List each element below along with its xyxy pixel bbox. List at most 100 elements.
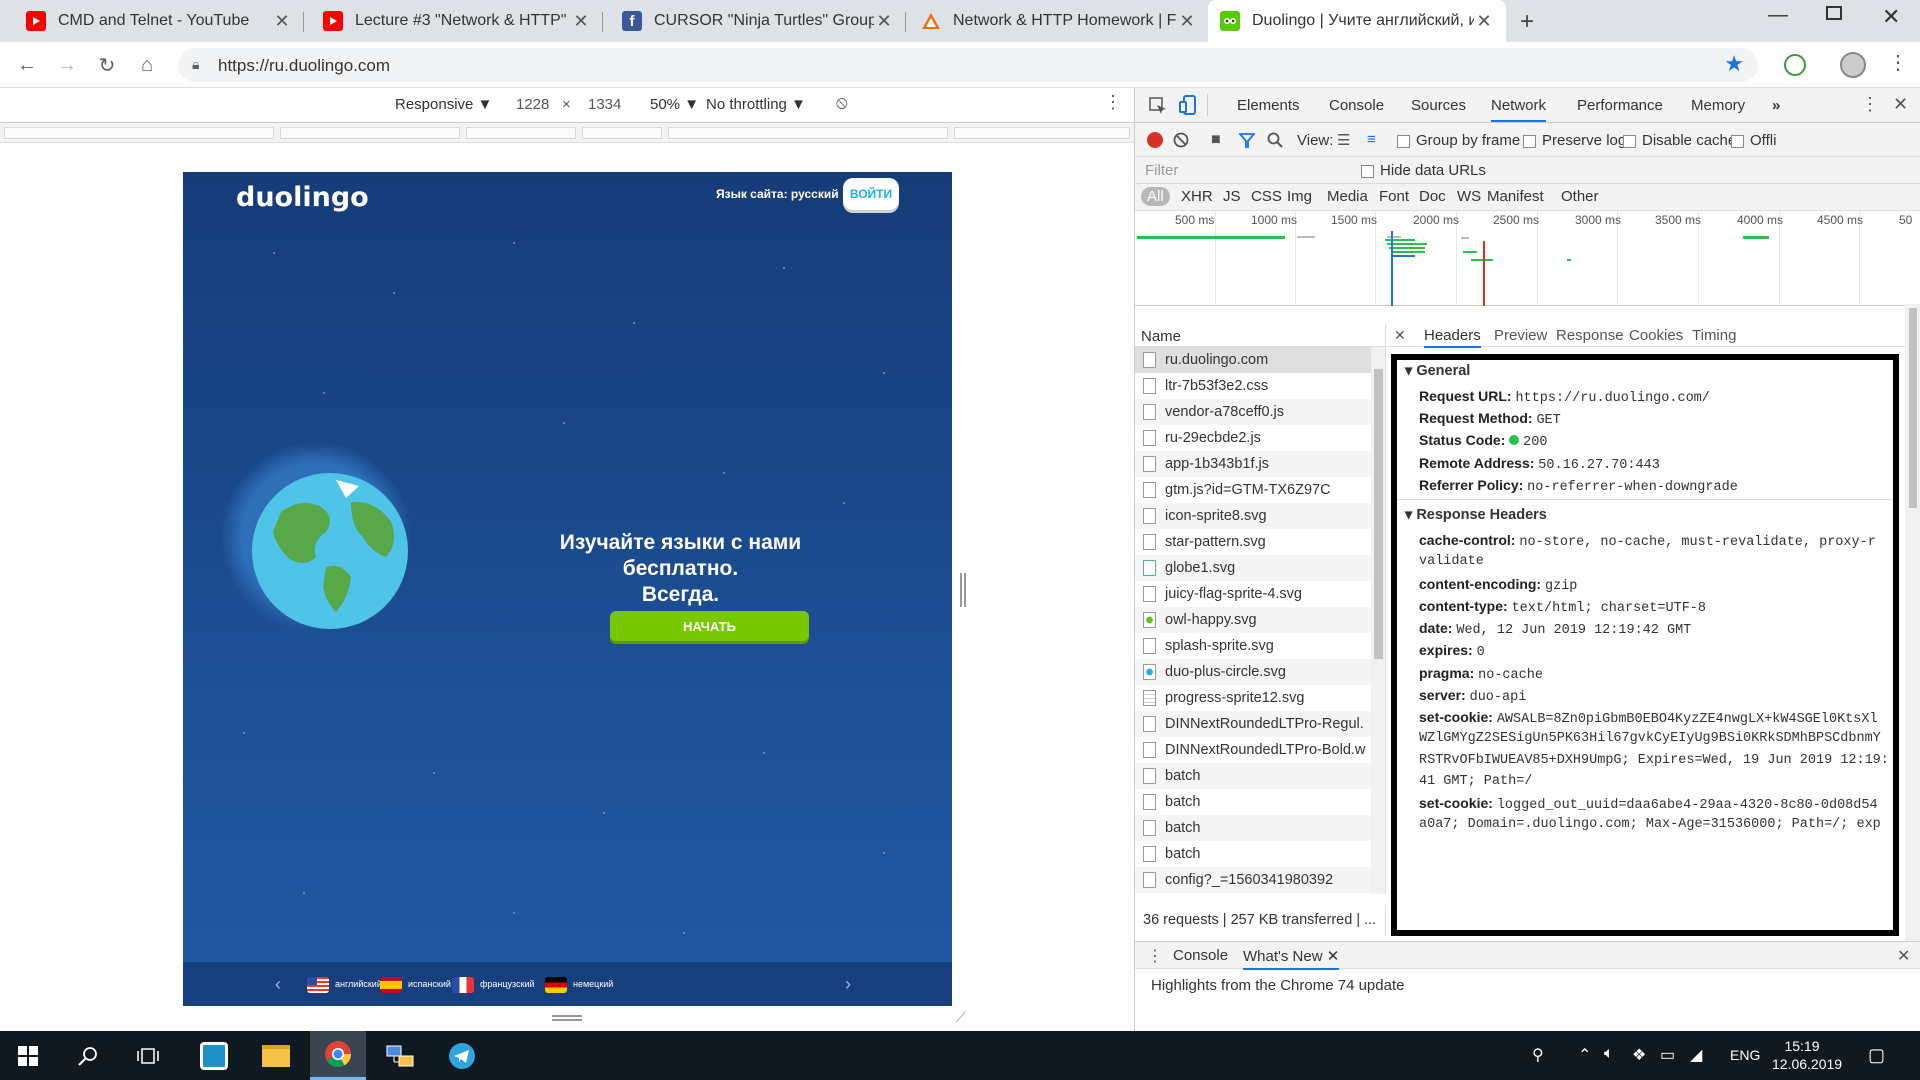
close-icon[interactable]: ✕: [1474, 11, 1494, 32]
drawer-tab-console[interactable]: Console: [1173, 947, 1228, 964]
detail-tab-headers[interactable]: Headers: [1424, 327, 1481, 348]
duolingo-logo[interactable]: duolingo: [236, 182, 369, 213]
request-row[interactable]: splash-sprite.svg: [1135, 633, 1371, 659]
height-input[interactable]: 1334: [588, 96, 621, 113]
type-filter-other[interactable]: Other: [1561, 188, 1599, 205]
request-row[interactable]: gtm.js?id=GTM-TX6Z97C: [1135, 477, 1371, 503]
input-language-indicator[interactable]: ENG: [1730, 1047, 1760, 1063]
chrome-icon[interactable]: [310, 1031, 366, 1080]
notifications-icon[interactable]: ▢: [1868, 1045, 1885, 1066]
login-button[interactable]: ВОЙТИ: [843, 178, 899, 210]
flag-de-icon[interactable]: [545, 977, 567, 993]
type-filter-ws[interactable]: WS: [1457, 188, 1481, 205]
extension-icon[interactable]: [1784, 54, 1806, 76]
request-row[interactable]: batch: [1135, 841, 1371, 867]
task-view-icon[interactable]: [120, 1031, 176, 1080]
close-detail-icon[interactable]: ✕: [1394, 327, 1406, 344]
devtools-tab-elements[interactable]: Elements: [1237, 97, 1300, 114]
app-store-icon[interactable]: [186, 1031, 242, 1080]
devtools-more-tabs[interactable]: »: [1772, 97, 1780, 114]
type-filter-manifest[interactable]: Manifest: [1487, 188, 1544, 205]
windows-start-icon[interactable]: [0, 1031, 56, 1080]
network-app-icon[interactable]: [372, 1031, 428, 1080]
request-list-scrollbar[interactable]: [1371, 347, 1385, 894]
new-tab-button[interactable]: +: [1520, 8, 1534, 36]
disable-cache-checkbox[interactable]: Disable cache: [1623, 132, 1736, 149]
drawer-close-icon[interactable]: ✕: [1897, 946, 1910, 966]
type-filter-img[interactable]: Img: [1287, 188, 1312, 205]
search-icon[interactable]: [1267, 132, 1283, 148]
filter-input[interactable]: Filter: [1145, 162, 1305, 179]
media-query-bar[interactable]: [954, 127, 1130, 139]
wifi-icon[interactable]: ◢: [1690, 1045, 1702, 1065]
battery-icon[interactable]: ▭: [1660, 1045, 1675, 1065]
close-icon[interactable]: ✕: [571, 11, 591, 32]
minimize-button[interactable]: —: [1768, 4, 1788, 27]
close-icon[interactable]: ✕: [874, 11, 894, 32]
request-row[interactable]: DINNextRoundedLTPro-Regul.: [1135, 711, 1371, 737]
request-row-selected[interactable]: ru.duolingo.com: [1135, 347, 1371, 373]
tab-duolingo[interactable]: Duolingo | Учите английский, ис ✕: [1208, 0, 1506, 42]
filter-funnel-icon[interactable]: [1239, 132, 1255, 148]
request-row[interactable]: batch: [1135, 763, 1371, 789]
url-text[interactable]: https://ru.duolingo.com: [218, 56, 390, 76]
start-button[interactable]: НАЧАТЬ: [610, 611, 809, 641]
screenshot-camera-icon[interactable]: ■: [1211, 131, 1221, 149]
close-icon[interactable]: ✕: [1327, 948, 1340, 965]
type-filter-all[interactable]: All: [1141, 187, 1170, 206]
profile-avatar[interactable]: [1840, 52, 1866, 78]
maximize-button[interactable]: [1826, 6, 1842, 20]
address-bar[interactable]: 🔒︎ https://ru.duolingo.com ★: [178, 48, 1758, 82]
language-link[interactable]: испанский: [408, 979, 451, 989]
request-row[interactable]: globe1.svg: [1135, 555, 1371, 581]
network-overview-timeline[interactable]: 500 ms 1000 ms 1500 ms 2000 ms 2500 ms 3…: [1135, 211, 1920, 306]
volume-icon[interactable]: 🔈︎: [1604, 1045, 1614, 1063]
file-explorer-icon[interactable]: [248, 1031, 304, 1080]
window-close-button[interactable]: ✕: [1882, 4, 1900, 30]
media-query-bar[interactable]: [668, 127, 948, 139]
type-filter-xhr[interactable]: XHR: [1181, 188, 1213, 205]
detail-tab-timing[interactable]: Timing: [1692, 327, 1736, 344]
reload-icon[interactable]: ↻: [94, 52, 120, 78]
bookmark-star-icon[interactable]: ★: [1724, 51, 1744, 77]
request-row[interactable]: app-1b343b1f.js: [1135, 451, 1371, 477]
type-filter-doc[interactable]: Doc: [1419, 188, 1446, 205]
record-icon[interactable]: [1147, 132, 1163, 148]
back-arrow-icon[interactable]: ←: [14, 52, 40, 78]
dropbox-icon[interactable]: ❖: [1632, 1045, 1646, 1065]
resize-corner-icon[interactable]: ⟋: [956, 1009, 966, 1026]
detail-tab-cookies[interactable]: Cookies: [1629, 327, 1683, 344]
tab-facebook[interactable]: f CURSOR "Ninja Turtles" Group ✕: [610, 0, 906, 42]
close-icon[interactable]: ✕: [1177, 11, 1197, 32]
media-query-bar[interactable]: [582, 127, 662, 139]
throttling-select[interactable]: No throttling ▼: [706, 96, 806, 113]
flag-us-icon[interactable]: [307, 977, 329, 993]
search-icon[interactable]: [60, 1031, 116, 1080]
media-query-bar[interactable]: [280, 127, 460, 139]
offline-checkbox[interactable]: Offli: [1731, 132, 1776, 149]
type-filter-js[interactable]: JS: [1223, 188, 1241, 205]
clear-icon[interactable]: [1173, 132, 1189, 148]
tab-youtube-cmd[interactable]: CMD and Telnet - YouTube ✕: [14, 0, 304, 42]
hide-data-urls-checkbox[interactable]: Hide data URLs: [1361, 162, 1486, 179]
detail-tab-response[interactable]: Response: [1556, 327, 1624, 344]
general-section-toggle[interactable]: ▾ General: [1405, 363, 1470, 379]
request-row[interactable]: star-pattern.svg: [1135, 529, 1371, 555]
group-by-frame-checkbox[interactable]: Group by frame: [1397, 132, 1520, 149]
width-input[interactable]: 1228: [516, 96, 549, 113]
zoom-select[interactable]: 50% ▼: [650, 96, 699, 113]
request-row[interactable]: batch: [1135, 815, 1371, 841]
drawer-menu-kebab-icon[interactable]: ⋮: [1147, 946, 1163, 966]
devtools-tab-console[interactable]: Console: [1329, 97, 1384, 114]
request-row[interactable]: config?_=1560341980392: [1135, 867, 1371, 893]
carousel-prev-icon[interactable]: ‹: [275, 974, 281, 995]
devtools-tab-sources[interactable]: Sources: [1411, 97, 1466, 114]
home-icon[interactable]: ⌂: [134, 52, 160, 78]
language-link[interactable]: французский: [480, 979, 535, 989]
request-row[interactable]: vendor-a78ceff0.js: [1135, 399, 1371, 425]
drawer-tab-whats-new[interactable]: What's New ✕: [1243, 947, 1340, 970]
devtools-tab-network[interactable]: Network: [1491, 97, 1547, 122]
flag-fr-icon[interactable]: [452, 977, 474, 993]
name-column-header[interactable]: Name: [1135, 324, 1386, 347]
device-options-kebab-icon[interactable]: ⋮: [1104, 92, 1122, 113]
